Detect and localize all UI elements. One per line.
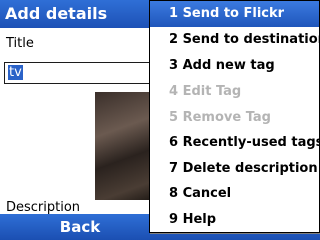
title-label: Title (6, 36, 34, 51)
menu-item-recently-used-tags[interactable]: 6 Recently-used tags (150, 130, 320, 156)
back-softkey[interactable]: Back (0, 214, 160, 240)
menu-item-add-new-tag[interactable]: 3 Add new tag (150, 53, 319, 79)
menu-item-send-to-flickr[interactable]: 1 Send to Flickr (150, 1, 319, 27)
photo-thumbnail (95, 92, 155, 200)
menu-item-remove-tag: 5 Remove Tag (169, 110, 271, 125)
menu-item-cancel[interactable]: 8 Cancel (150, 181, 319, 207)
menu-item-edit-tag: 4 Edit Tag (169, 84, 242, 99)
context-menu: 1 Send to Flickr 2 Send to destination 3… (149, 0, 320, 233)
description-label: Description (6, 200, 81, 215)
title-input[interactable]: tv (4, 62, 154, 84)
title-input-value: tv (8, 65, 23, 80)
menu-item-send-to-destination[interactable]: 2 Send to destination (150, 27, 320, 53)
menu-item-delete-description[interactable]: 7 Delete description (150, 156, 319, 182)
menu-item-help[interactable]: 9 Help (150, 207, 319, 233)
